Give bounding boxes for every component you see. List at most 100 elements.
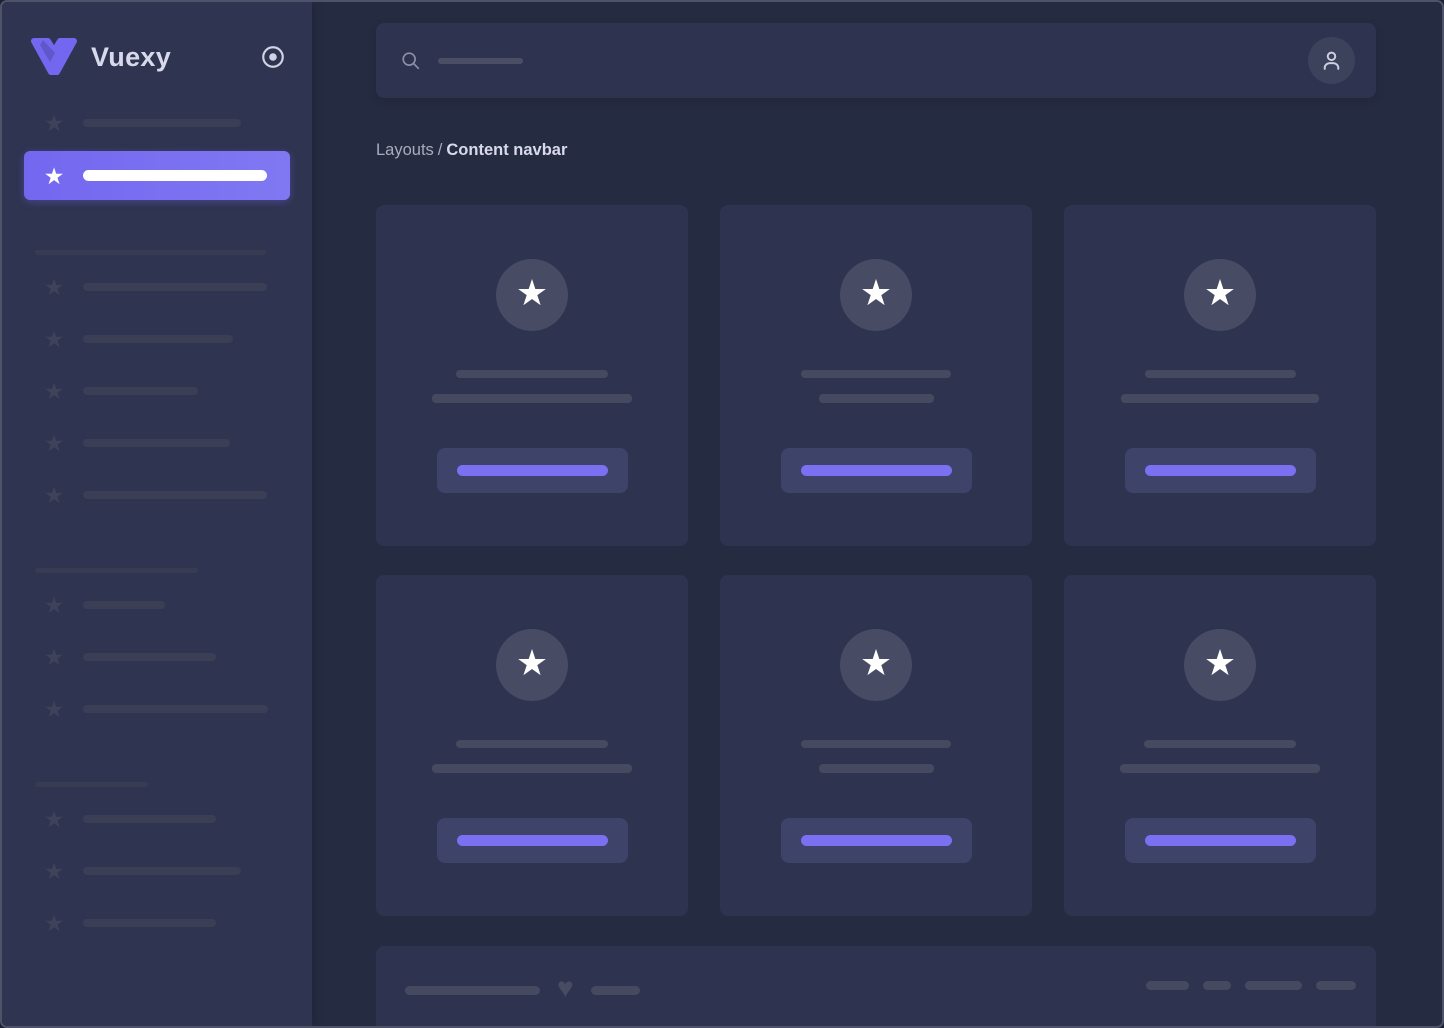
card-avatar: ★ bbox=[840, 259, 912, 331]
card-avatar: ★ bbox=[840, 629, 912, 701]
footer-link-bar bbox=[1316, 981, 1356, 990]
skeleton-bar bbox=[83, 867, 241, 875]
footer-link-bar bbox=[1203, 981, 1231, 990]
card-button[interactable] bbox=[781, 448, 972, 493]
search-placeholder-bar bbox=[438, 58, 523, 64]
footer-link-bar bbox=[1146, 981, 1189, 990]
card-button[interactable] bbox=[781, 818, 972, 863]
section-header-bar bbox=[35, 568, 198, 573]
button-label-bar bbox=[457, 465, 608, 476]
footer-link-bar bbox=[1245, 981, 1302, 990]
breadcrumb-parent[interactable]: Layouts bbox=[376, 141, 434, 159]
skeleton-bar bbox=[405, 986, 540, 995]
footer-right-group bbox=[1146, 981, 1356, 990]
sidebar-item-skeleton[interactable]: ★ bbox=[42, 593, 312, 617]
sidebar-item-skeleton[interactable]: ★ bbox=[42, 483, 312, 507]
skeleton-line bbox=[1144, 740, 1296, 748]
layout-demo-card: ★ bbox=[376, 205, 688, 546]
star-icon: ★ bbox=[516, 257, 548, 329]
skeleton-line bbox=[456, 370, 608, 378]
skeleton-line bbox=[819, 394, 934, 403]
card-button[interactable] bbox=[437, 818, 628, 863]
menu-pin-toggle-icon[interactable] bbox=[260, 44, 286, 70]
skeleton-line bbox=[819, 764, 934, 773]
sidebar: Vuexy ★ ★ ★ ★ ★ ★ ★ ★ ★ ★ ★ ★ ★ bbox=[2, 2, 312, 1026]
footer-card: ♥ bbox=[376, 946, 1376, 1026]
skeleton-line bbox=[456, 740, 608, 748]
sidebar-item-skeleton[interactable]: ★ bbox=[42, 645, 312, 669]
card-button[interactable] bbox=[437, 448, 628, 493]
card-button[interactable] bbox=[1125, 818, 1316, 863]
skeleton-bar bbox=[83, 439, 230, 447]
card-avatar: ★ bbox=[496, 629, 568, 701]
star-icon: ★ bbox=[42, 379, 66, 403]
search-input[interactable] bbox=[400, 50, 1308, 72]
star-icon: ★ bbox=[860, 257, 892, 329]
star-icon: ★ bbox=[42, 859, 66, 883]
sidebar-item-skeleton[interactable]: ★ bbox=[42, 111, 312, 135]
sidebar-item-skeleton[interactable]: ★ bbox=[42, 807, 312, 831]
section-header-bar bbox=[35, 250, 266, 255]
sidebar-item-skeleton[interactable]: ★ bbox=[42, 431, 312, 455]
sidebar-item-skeleton[interactable]: ★ bbox=[42, 327, 312, 351]
heart-icon: ♥ bbox=[557, 979, 574, 997]
skeleton-bar bbox=[83, 705, 268, 713]
layout-demo-card: ★ bbox=[1064, 205, 1376, 546]
app-window: Vuexy ★ ★ ★ ★ ★ ★ ★ ★ ★ ★ ★ ★ ★ bbox=[0, 0, 1444, 1028]
card-avatar: ★ bbox=[1184, 259, 1256, 331]
top-navbar bbox=[376, 23, 1376, 98]
star-icon: ★ bbox=[42, 645, 66, 669]
skeleton-line bbox=[1121, 394, 1319, 403]
skeleton-bar bbox=[83, 170, 267, 181]
star-icon: ★ bbox=[42, 164, 66, 188]
skeleton-bar bbox=[83, 387, 198, 395]
sidebar-item-skeleton[interactable]: ★ bbox=[42, 697, 312, 721]
vuexy-logo-icon bbox=[29, 36, 79, 78]
button-label-bar bbox=[1145, 465, 1296, 476]
skeleton-line bbox=[432, 394, 632, 403]
user-avatar[interactable] bbox=[1308, 37, 1355, 84]
skeleton-bar bbox=[83, 283, 267, 291]
button-label-bar bbox=[1145, 835, 1296, 846]
star-icon: ★ bbox=[1204, 257, 1236, 329]
footer-left-group: ♥ bbox=[405, 981, 640, 999]
layout-demo-card: ★ bbox=[720, 575, 1032, 916]
star-icon: ★ bbox=[42, 483, 66, 507]
logo-text: Vuexy bbox=[91, 42, 171, 73]
button-label-bar bbox=[457, 835, 608, 846]
card-button[interactable] bbox=[1125, 448, 1316, 493]
layout-demo-card: ★ bbox=[720, 205, 1032, 546]
card-avatar: ★ bbox=[496, 259, 568, 331]
star-icon: ★ bbox=[42, 275, 66, 299]
sidebar-item-skeleton[interactable]: ★ bbox=[42, 859, 312, 883]
skeleton-bar bbox=[83, 335, 233, 343]
layout-demo-card: ★ bbox=[376, 575, 688, 916]
star-icon: ★ bbox=[42, 327, 66, 351]
section-header-bar bbox=[35, 782, 148, 787]
skeleton-line bbox=[801, 370, 951, 378]
star-icon: ★ bbox=[42, 807, 66, 831]
skeleton-bar bbox=[83, 601, 165, 609]
skeleton-bar bbox=[83, 119, 241, 127]
star-icon: ★ bbox=[42, 111, 66, 135]
skeleton-line bbox=[801, 740, 951, 748]
star-icon: ★ bbox=[516, 627, 548, 699]
star-icon: ★ bbox=[42, 911, 66, 935]
skeleton-line bbox=[1120, 764, 1320, 773]
skeleton-line bbox=[432, 764, 632, 773]
sidebar-item-active[interactable]: ★ bbox=[24, 151, 290, 200]
person-icon bbox=[1319, 48, 1344, 73]
breadcrumb: Layouts/Content navbar bbox=[376, 141, 1376, 160]
breadcrumb-current: Content navbar bbox=[446, 141, 567, 159]
sidebar-item-skeleton[interactable]: ★ bbox=[42, 379, 312, 403]
search-icon bbox=[400, 50, 422, 72]
sidebar-header: Vuexy bbox=[2, 2, 312, 78]
star-icon: ★ bbox=[1204, 627, 1236, 699]
breadcrumb-separator: / bbox=[438, 141, 443, 159]
layout-demo-card: ★ bbox=[1064, 575, 1376, 916]
skeleton-bar bbox=[83, 653, 216, 661]
sidebar-item-skeleton[interactable]: ★ bbox=[42, 275, 312, 299]
button-label-bar bbox=[801, 835, 952, 846]
sidebar-menu: ★ ★ ★ ★ ★ ★ ★ ★ ★ ★ ★ ★ ★ bbox=[2, 111, 312, 935]
sidebar-item-skeleton[interactable]: ★ bbox=[42, 911, 312, 935]
